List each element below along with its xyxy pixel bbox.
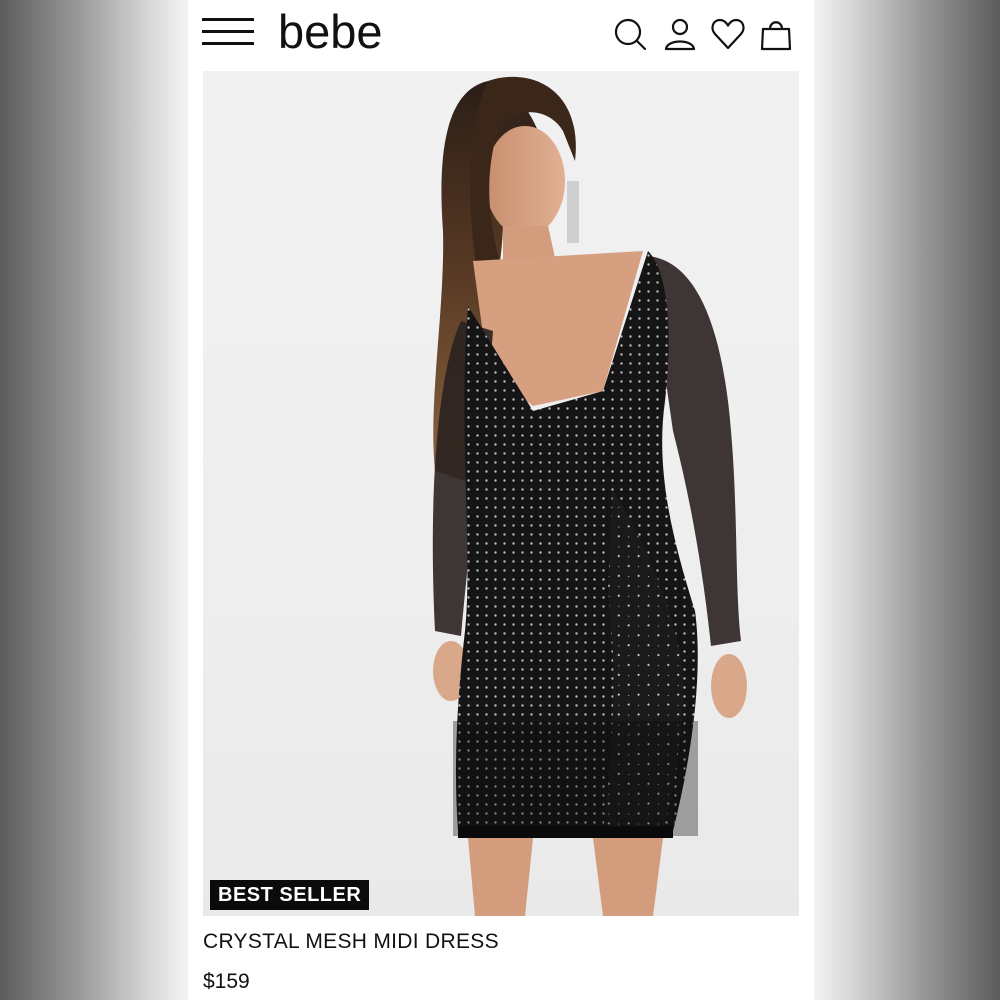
- product-price: $159: [203, 970, 250, 993]
- account-icon[interactable]: [662, 16, 698, 52]
- bag-icon[interactable]: [758, 16, 794, 52]
- best-seller-badge: BEST SELLER: [210, 880, 370, 910]
- model-photo-illustration: [432, 76, 747, 916]
- product-page-screen: bebe BEST SELLER CRYSTAL MESH MIDI DRESS…: [188, 0, 814, 1000]
- product-name[interactable]: CRYSTAL MESH MIDI DRESS: [203, 930, 499, 954]
- wishlist-icon[interactable]: [710, 16, 746, 52]
- brand-logo[interactable]: bebe: [278, 4, 383, 60]
- site-header: bebe: [188, 0, 814, 68]
- search-icon[interactable]: [612, 16, 648, 52]
- product-image[interactable]: [203, 71, 799, 916]
- menu-icon[interactable]: [202, 18, 254, 46]
